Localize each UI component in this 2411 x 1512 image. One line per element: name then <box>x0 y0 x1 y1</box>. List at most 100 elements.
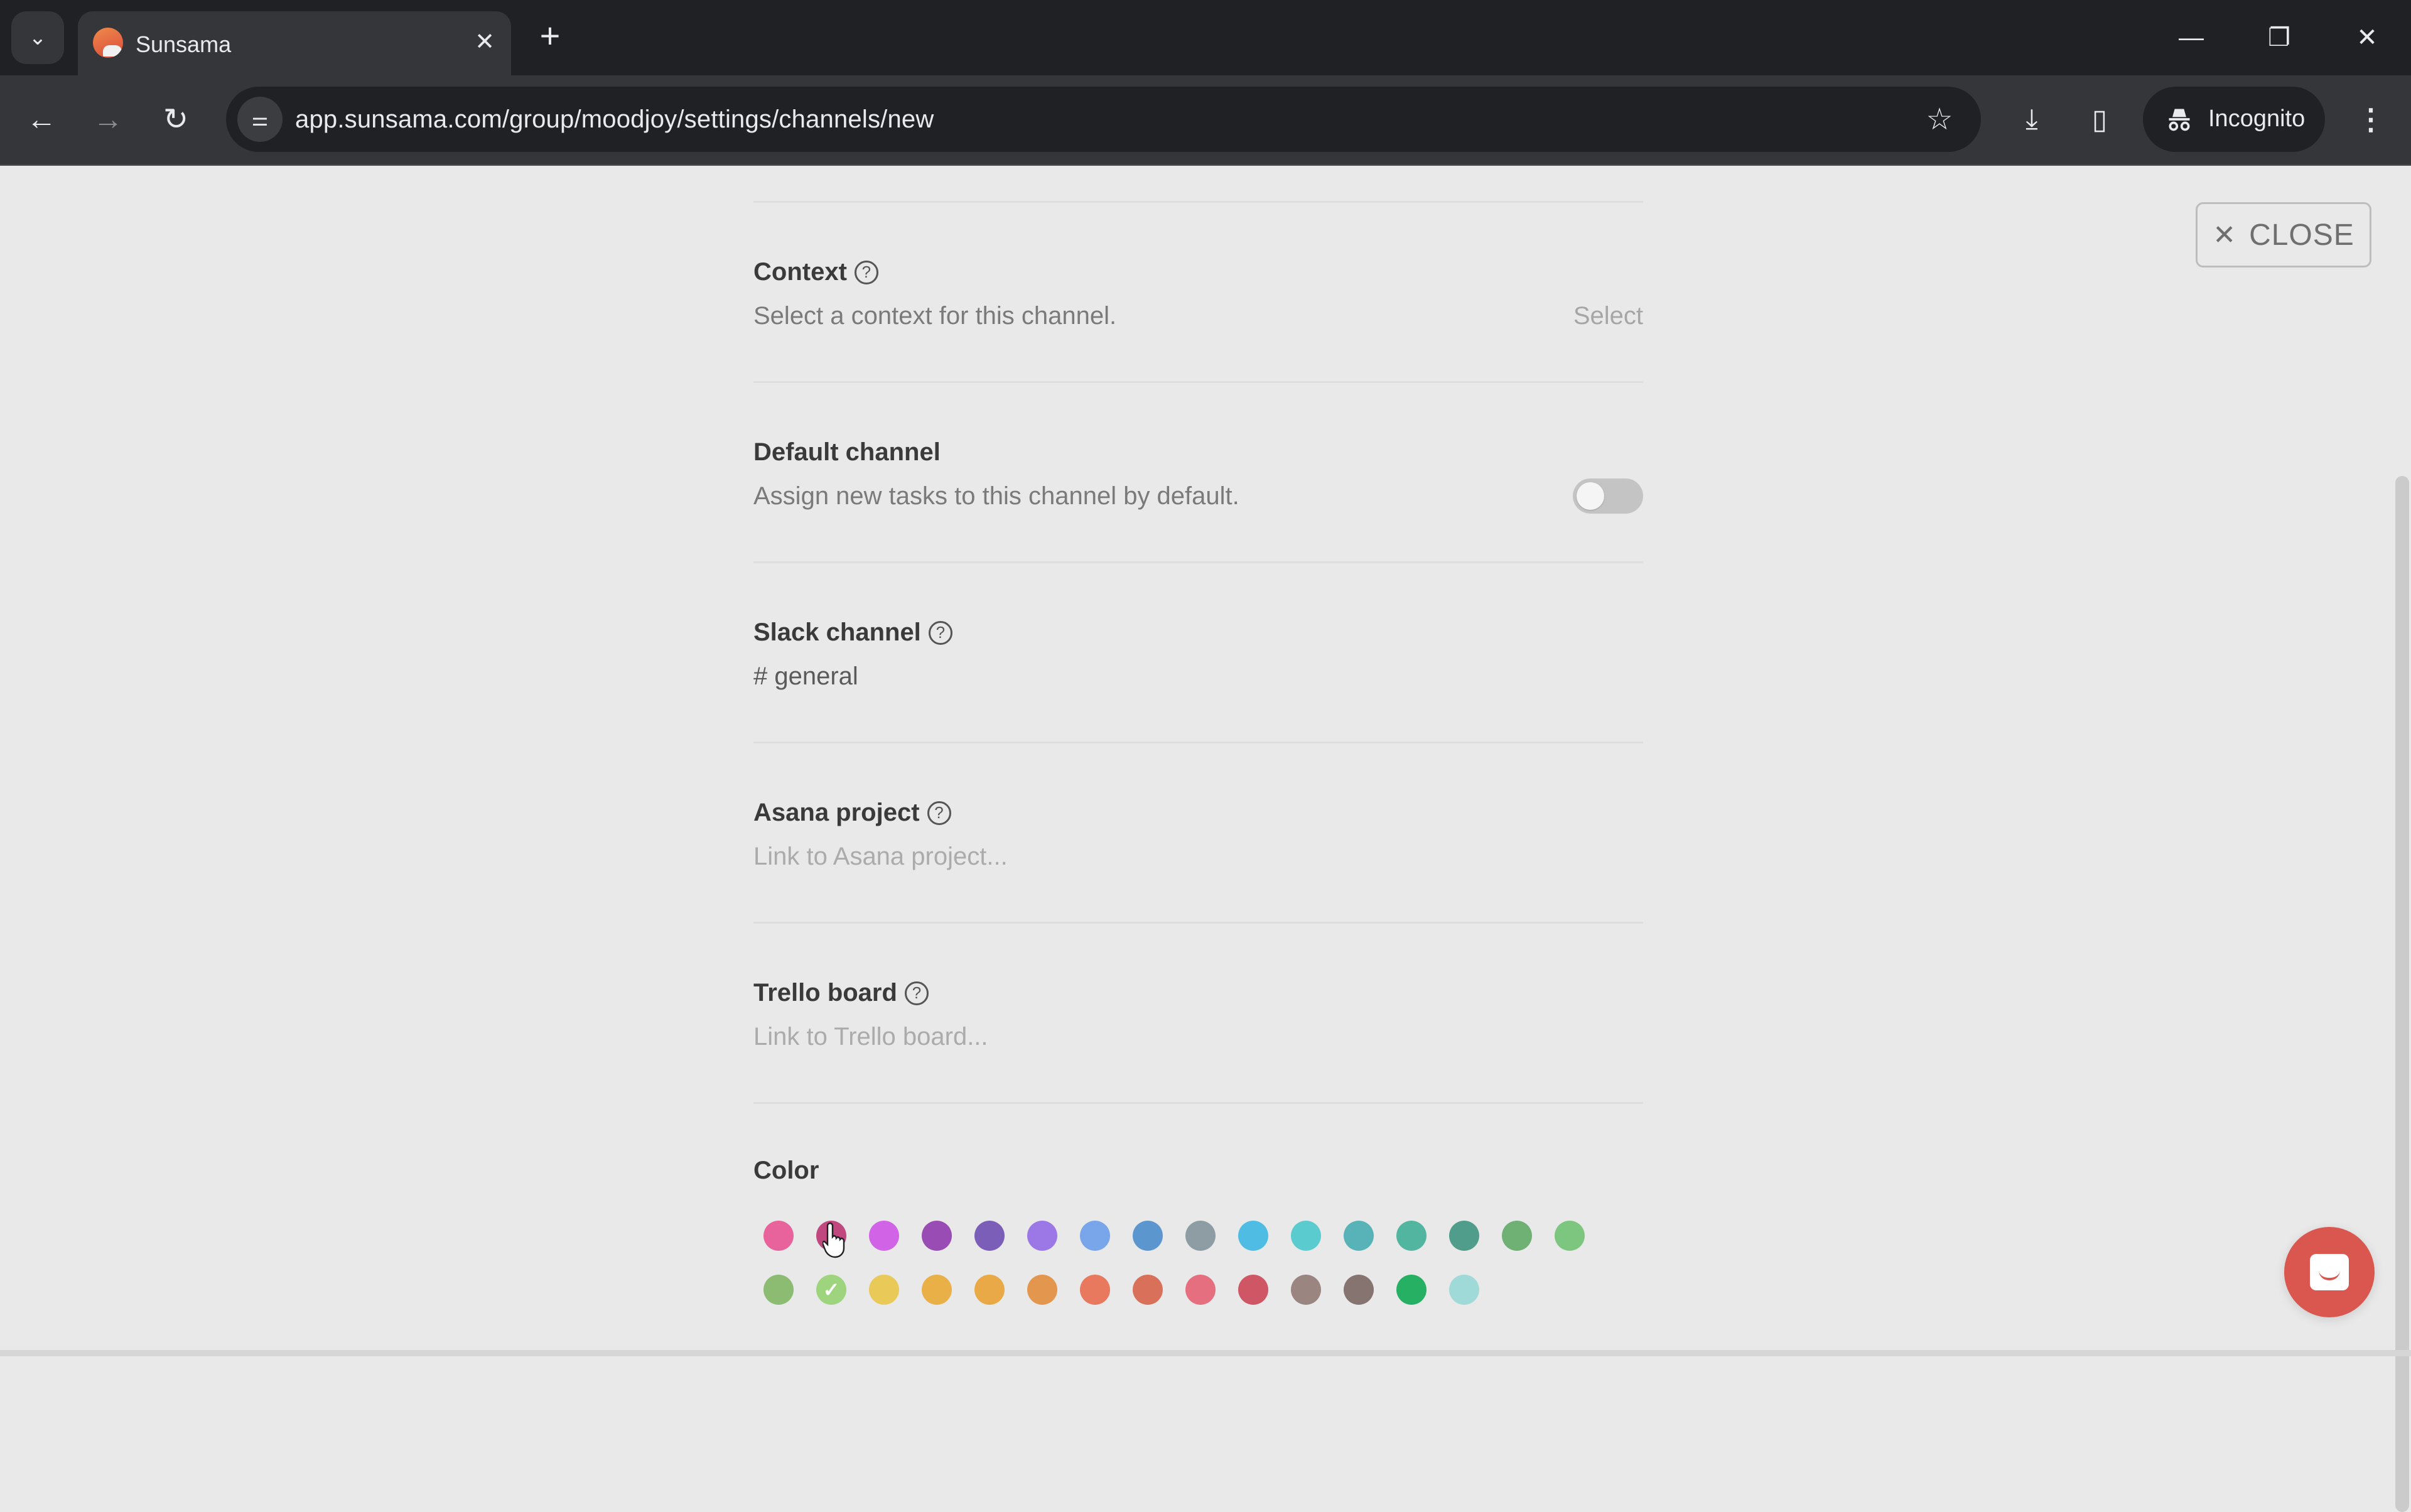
back-button[interactable]: ← <box>16 94 67 144</box>
default-channel-description: Assign new tasks to this channel by defa… <box>753 482 1239 510</box>
sunsama-favicon-icon <box>93 28 123 58</box>
color-swatch[interactable] <box>763 1221 794 1251</box>
address-bar[interactable]: ⚌ app.sunsama.com/group/moodjoy/settings… <box>226 87 1981 152</box>
color-swatch-row: ✓ <box>763 1275 1479 1305</box>
bookmark-button[interactable]: ☆ <box>1921 100 1958 138</box>
color-swatch[interactable] <box>1080 1275 1110 1305</box>
color-swatch[interactable] <box>1344 1221 1374 1251</box>
context-select-button[interactable]: Select <box>1573 302 1643 330</box>
color-swatch[interactable] <box>1449 1221 1479 1251</box>
color-swatch[interactable] <box>1238 1275 1268 1305</box>
color-swatch[interactable] <box>869 1221 899 1251</box>
color-swatch-row <box>763 1221 1585 1251</box>
default-channel-toggle[interactable] <box>1573 478 1643 514</box>
restore-button[interactable]: ❐ <box>2254 13 2304 63</box>
star-icon: ☆ <box>1926 103 1953 136</box>
channel-settings-page: ✕ CLOSE Context ? Select a context for t… <box>0 166 2411 1512</box>
context-section: Context ? Select a context for this chan… <box>753 203 1643 383</box>
color-swatch[interactable] <box>1291 1221 1321 1251</box>
browser-toolbar: ← → ↻ ⚌ app.sunsama.com/group/moodjoy/se… <box>0 75 2411 166</box>
slack-channel-label: Slack channel <box>753 618 921 646</box>
new-tab-button[interactable]: + <box>531 16 569 55</box>
color-swatch[interactable]: ✓ <box>816 1275 846 1305</box>
horizontal-scrollbar[interactable] <box>0 1350 2411 1356</box>
url-text[interactable]: app.sunsama.com/group/moodjoy/settings/c… <box>295 105 934 134</box>
close-icon: ✕ <box>475 28 495 55</box>
help-icon[interactable]: ? <box>927 801 951 825</box>
color-swatch[interactable] <box>974 1221 1005 1251</box>
site-info-button[interactable]: ⚌ <box>237 97 283 142</box>
reload-button[interactable]: ↻ <box>151 94 201 144</box>
side-panel-icon: ▯ <box>2091 104 2108 135</box>
color-swatch[interactable] <box>1133 1221 1163 1251</box>
download-icon: ⤓ <box>2025 104 2038 134</box>
tab-list-button[interactable]: ⌄ <box>11 11 64 64</box>
close-button-label: CLOSE <box>2249 218 2354 252</box>
help-icon[interactable]: ? <box>854 260 878 284</box>
support-chat-button[interactable] <box>2284 1227 2375 1317</box>
color-swatch[interactable] <box>763 1275 794 1305</box>
forward-button[interactable]: → <box>83 94 133 144</box>
color-label: Color <box>753 1157 819 1184</box>
chevron-down-icon: ⌄ <box>28 26 47 50</box>
downloads-button[interactable]: ⤓ <box>2009 97 2054 142</box>
toggle-knob <box>1577 482 1604 510</box>
default-channel-section: Default channel Assign new tasks to this… <box>753 383 1643 563</box>
browser-tab-bar: ⌄ Sunsama ✕ + — ❐ ✕ <box>0 0 2411 75</box>
color-swatch[interactable] <box>1027 1221 1057 1251</box>
trello-board-section: Trello board ? Link to Trello board... <box>753 924 1643 1104</box>
close-icon: ✕ <box>2356 24 2378 51</box>
reload-icon: ↻ <box>163 103 189 136</box>
close-button[interactable]: ✕ CLOSE <box>2196 202 2371 267</box>
tune-icon: ⚌ <box>251 109 269 130</box>
color-swatch[interactable] <box>1502 1221 1532 1251</box>
settings-form: Context ? Select a context for this chan… <box>753 201 1643 1355</box>
color-swatch[interactable] <box>1185 1275 1216 1305</box>
color-swatch[interactable] <box>1396 1275 1427 1305</box>
color-swatch[interactable] <box>1291 1275 1321 1305</box>
default-channel-label: Default channel <box>753 438 941 466</box>
more-vert-icon: ⋮ <box>2356 103 2385 136</box>
color-swatch[interactable] <box>1080 1221 1110 1251</box>
restore-icon: ❐ <box>2268 24 2290 51</box>
color-swatch[interactable] <box>1344 1275 1374 1305</box>
minimize-button[interactable]: — <box>2166 13 2216 63</box>
color-swatch[interactable] <box>869 1275 899 1305</box>
incognito-icon <box>2169 109 2190 131</box>
trello-board-input[interactable]: Link to Trello board... <box>753 1023 988 1051</box>
color-swatch[interactable] <box>974 1275 1005 1305</box>
close-icon: ✕ <box>2213 219 2237 251</box>
tab-title: Sunsama <box>136 31 232 57</box>
color-swatch[interactable] <box>1133 1275 1163 1305</box>
hand-pointer-cursor-icon <box>823 1222 845 1258</box>
color-swatch[interactable] <box>1027 1275 1057 1305</box>
minimize-icon: — <box>2179 23 2204 51</box>
trello-board-label: Trello board <box>753 979 897 1007</box>
browser-menu-button[interactable]: ⋮ <box>2348 97 2393 142</box>
color-swatch[interactable] <box>1238 1221 1268 1251</box>
help-icon[interactable]: ? <box>928 620 952 645</box>
asana-project-input[interactable]: Link to Asana project... <box>753 843 1008 871</box>
color-swatch[interactable] <box>1185 1221 1216 1251</box>
context-label: Context <box>753 258 847 286</box>
color-swatch[interactable] <box>1396 1221 1427 1251</box>
slack-channel-section: Slack channel ? # general <box>753 563 1643 743</box>
color-section: Color ✓ <box>753 1104 1643 1355</box>
color-swatch[interactable] <box>1449 1275 1479 1305</box>
slack-channel-value[interactable]: # general <box>753 662 858 691</box>
incognito-label: Incognito <box>2208 105 2306 132</box>
incognito-indicator[interactable]: Incognito <box>2143 87 2325 152</box>
side-panel-button[interactable]: ▯ <box>2077 97 2122 142</box>
color-swatch[interactable] <box>922 1275 952 1305</box>
check-icon: ✓ <box>823 1278 840 1301</box>
asana-project-label: Asana project <box>753 799 920 826</box>
browser-tab-sunsama[interactable]: Sunsama ✕ <box>78 11 511 75</box>
help-icon[interactable]: ? <box>904 981 929 1005</box>
color-swatch[interactable] <box>922 1221 952 1251</box>
close-window-button[interactable]: ✕ <box>2342 13 2392 63</box>
arrow-left-icon: ← <box>26 102 57 136</box>
color-swatch[interactable] <box>1555 1221 1585 1251</box>
tab-close-button[interactable]: ✕ <box>467 24 502 59</box>
arrow-right-icon: → <box>93 102 123 136</box>
page-scrollbar[interactable] <box>2395 476 2409 1512</box>
